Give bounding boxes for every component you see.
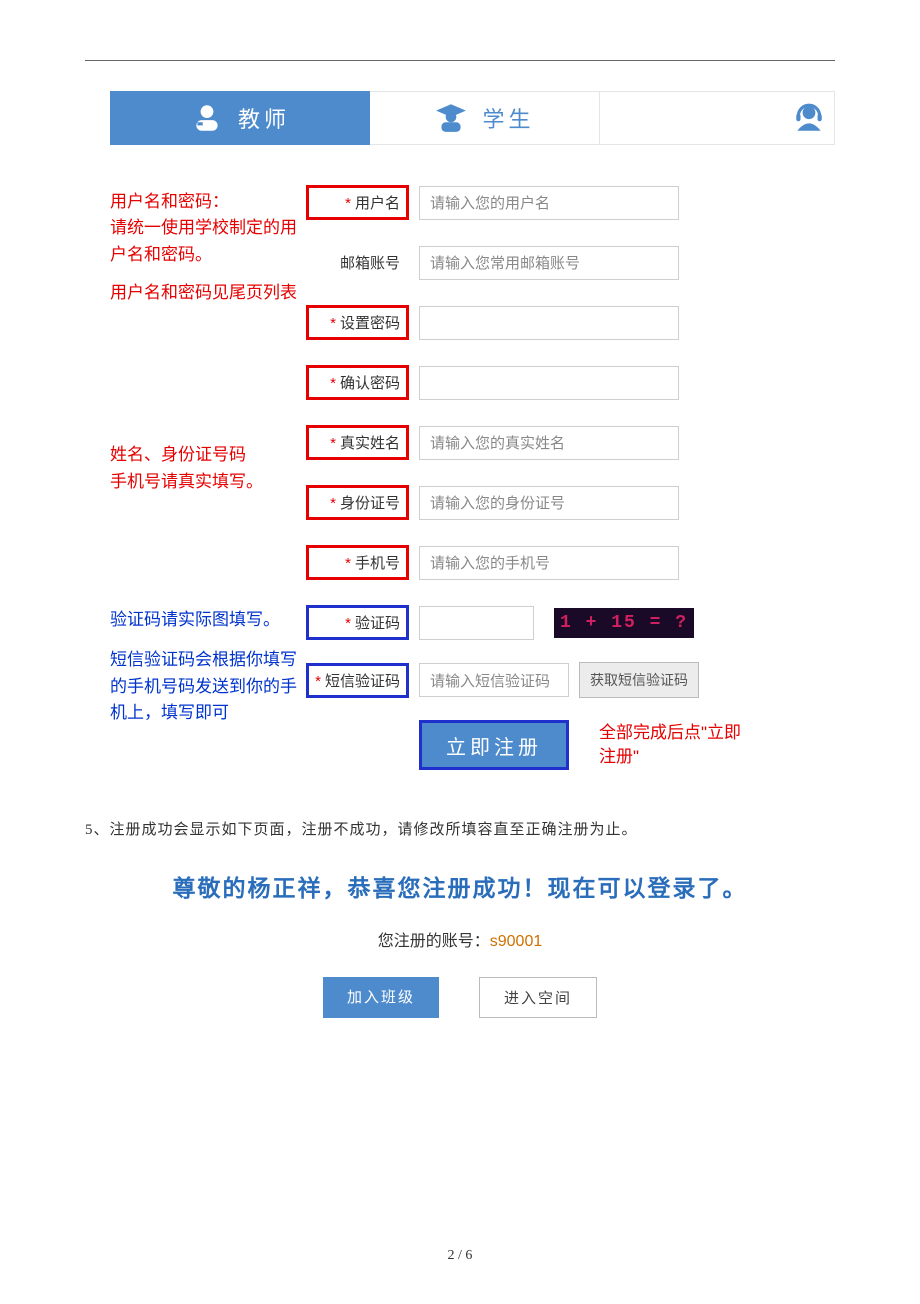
success-account-label: 您注册的账号： [378,933,490,950]
button-enter-space[interactable]: 进入空间 [479,977,597,1018]
page-number: 2 / 6 [85,1248,835,1264]
note-realinfo-2: 手机号请真实填写。 [110,469,300,495]
tab-student[interactable]: 学生 [370,91,600,145]
label-email: 邮箱账号 [306,245,409,280]
note-userpass-1: 用户名和密码： [110,189,300,215]
success-account-value: s90001 [490,933,543,950]
input-username[interactable]: 请输入您的用户名 [419,186,679,220]
tab-teacher-label: 教师 [238,102,290,134]
captcha-image: 1 + 15 = ? [554,608,694,638]
label-confirmpass: *确认密码 [306,365,409,400]
student-icon [434,101,468,135]
note-userpass-3: 用户名和密码见尾页列表 [110,280,300,306]
note-sms: 短信验证码会根据你填写的手机号码发送到你的手机上，填写即可 [110,647,300,726]
input-sms[interactable]: 请输入短信验证码 [419,663,569,697]
tab-teacher[interactable]: 教师 [110,91,370,145]
label-idnum: *身份证号 [306,485,409,520]
label-setpass: *设置密码 [306,305,409,340]
button-submit-register[interactable]: 立即注册 [419,720,569,770]
support-icon [792,101,826,135]
note-submit: 全部完成后点"立即注册" [599,721,749,769]
input-phone[interactable]: 请输入您的手机号 [419,546,679,580]
tabs-container: 教师 学生 [85,91,835,163]
step-5-text: 5、注册成功会显示如下页面，注册不成功，请修改所填容直至正确注册为止。 [85,818,835,839]
header-rule [85,60,835,61]
success-account: 您注册的账号：s90001 [85,927,835,951]
note-captcha: 验证码请实际图填写。 [110,607,300,633]
teacher-icon [190,101,224,135]
note-userpass-2: 请统一使用学校制定的用户名和密码。 [110,215,300,268]
input-captcha[interactable] [419,606,534,640]
tab-student-label: 学生 [482,102,534,134]
label-username: *用户名 [306,185,409,220]
input-idnum[interactable]: 请输入您的身份证号 [419,486,679,520]
input-email[interactable]: 请输入您常用邮箱账号 [419,246,679,280]
input-realname[interactable]: 请输入您的真实姓名 [419,426,679,460]
note-realinfo-1: 姓名、身份证号码 [110,442,300,468]
label-realname: *真实姓名 [306,425,409,460]
label-captcha: *验证码 [306,605,409,640]
tab-other[interactable] [600,91,835,145]
button-join-class[interactable]: 加入班级 [323,977,439,1018]
success-title: 尊敬的杨正祥，恭喜您注册成功！现在可以登录了。 [95,869,825,903]
button-get-sms[interactable]: 获取短信验证码 [579,662,699,698]
input-setpass[interactable] [419,306,679,340]
label-phone: *手机号 [306,545,409,580]
label-sms: *短信验证码 [306,663,409,698]
input-confirmpass[interactable] [419,366,679,400]
annotations-column: 用户名和密码： 请统一使用学校制定的用户名和密码。 用户名和密码见尾页列表 姓名… [110,185,300,778]
